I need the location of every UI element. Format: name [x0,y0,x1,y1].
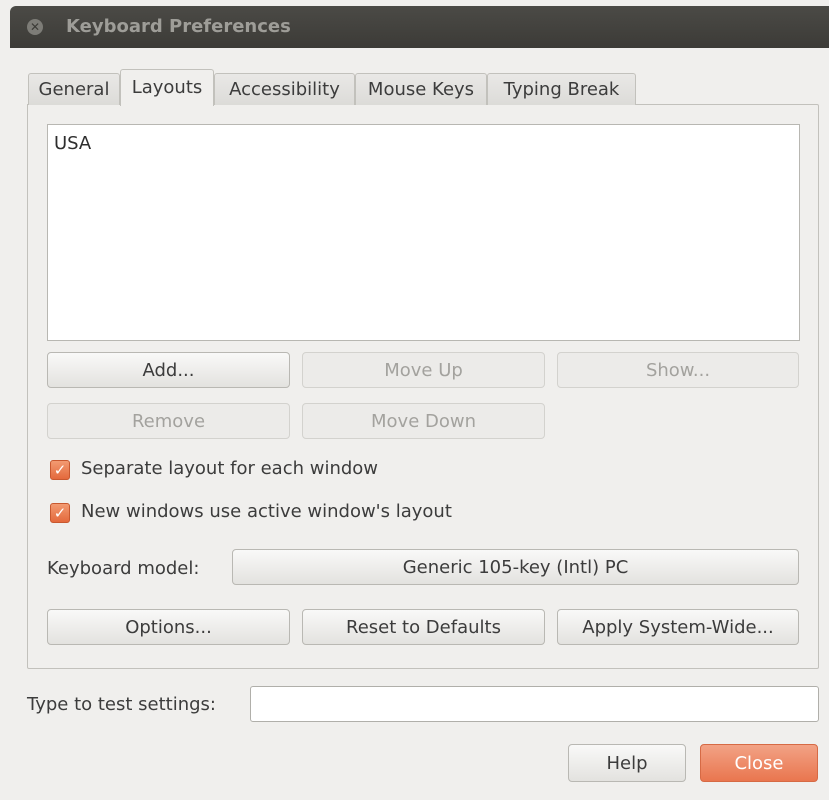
checkmark-icon[interactable]: ✓ [50,503,70,523]
close-button[interactable]: Close [700,744,818,782]
remove-button[interactable]: Remove [47,403,290,439]
tab-general[interactable]: General [28,73,120,105]
test-settings-input[interactable] [250,686,819,722]
show-button[interactable]: Show... [557,352,799,388]
checkmark-icon[interactable]: ✓ [50,460,70,480]
tab-accessibility[interactable]: Accessibility [214,73,355,105]
add-button[interactable]: Add... [47,352,290,388]
reset-defaults-button[interactable]: Reset to Defaults [302,609,545,645]
apply-system-wide-button[interactable]: Apply System-Wide... [557,609,799,645]
tab-layouts[interactable]: Layouts [120,69,214,106]
layout-list[interactable]: USA [47,124,800,341]
move-down-button[interactable]: Move Down [302,403,545,439]
window-title: Keyboard Preferences [66,16,291,37]
list-item[interactable]: USA [54,133,91,154]
help-button[interactable]: Help [568,744,686,782]
tab-mouse-keys[interactable]: Mouse Keys [355,73,487,105]
window-titlebar: ✕ Keyboard Preferences [10,6,829,48]
move-up-button[interactable]: Move Up [302,352,545,388]
checkbox-label: New windows use active window's layout [81,501,452,522]
tab-typing-break[interactable]: Typing Break [487,73,636,105]
options-button[interactable]: Options... [47,609,290,645]
close-icon[interactable]: ✕ [27,19,43,35]
keyboard-model-label: Keyboard model: [47,558,200,579]
checkbox-label: Separate layout for each window [81,458,379,479]
keyboard-model-button[interactable]: Generic 105-key (Intl) PC [232,549,799,585]
test-settings-label: Type to test settings: [27,694,216,715]
